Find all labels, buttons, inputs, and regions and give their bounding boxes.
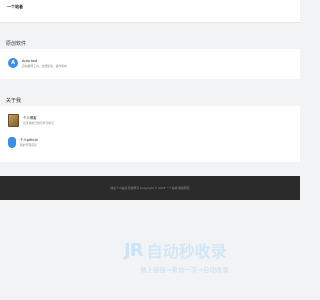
brand-title[interactable]: 一个站者	[7, 4, 23, 10]
footer: 博主个人站点·仅供学习 Copyright © 2023 一个站者 版权所有	[0, 176, 300, 200]
list-item[interactable]: 个人github 我的开源项目	[8, 137, 38, 148]
watermark-subtitle: 做上链接→来访一次→自动收录	[140, 266, 229, 274]
app-icon: A	[8, 58, 18, 68]
watermark: JR 自动秒收录	[124, 238, 227, 262]
watermark-title: 自动秒收录	[146, 242, 227, 261]
software-card: A Auto tool 自动翻译工具，免费使用，操作简单	[0, 49, 300, 79]
list-item[interactable]: 个人博客 记录我的日常与学习笔记	[8, 114, 54, 127]
section-title-software: 原创软件	[6, 41, 27, 47]
book-icon	[8, 114, 19, 127]
section-title-about: 关于我	[6, 98, 22, 104]
item-description: 记录我的日常与学习笔记	[23, 121, 54, 125]
item-description: 自动翻译工具，免费使用，操作简单	[22, 63, 67, 68]
top-bar: 一个站者	[0, 0, 300, 23]
item-description: 我的开源项目	[20, 143, 37, 147]
watermark-logo: JR	[124, 239, 144, 261]
about-card: 个人博客 记录我的日常与学习笔记 个人github 我的开源项目	[0, 106, 300, 162]
list-item[interactable]: A Auto tool 自动翻译工具，免费使用，操作简单	[8, 58, 67, 68]
shield-icon	[8, 137, 16, 148]
footer-copyright: 博主个人站点·仅供学习 Copyright © 2023 一个站者 版权所有	[110, 186, 190, 190]
